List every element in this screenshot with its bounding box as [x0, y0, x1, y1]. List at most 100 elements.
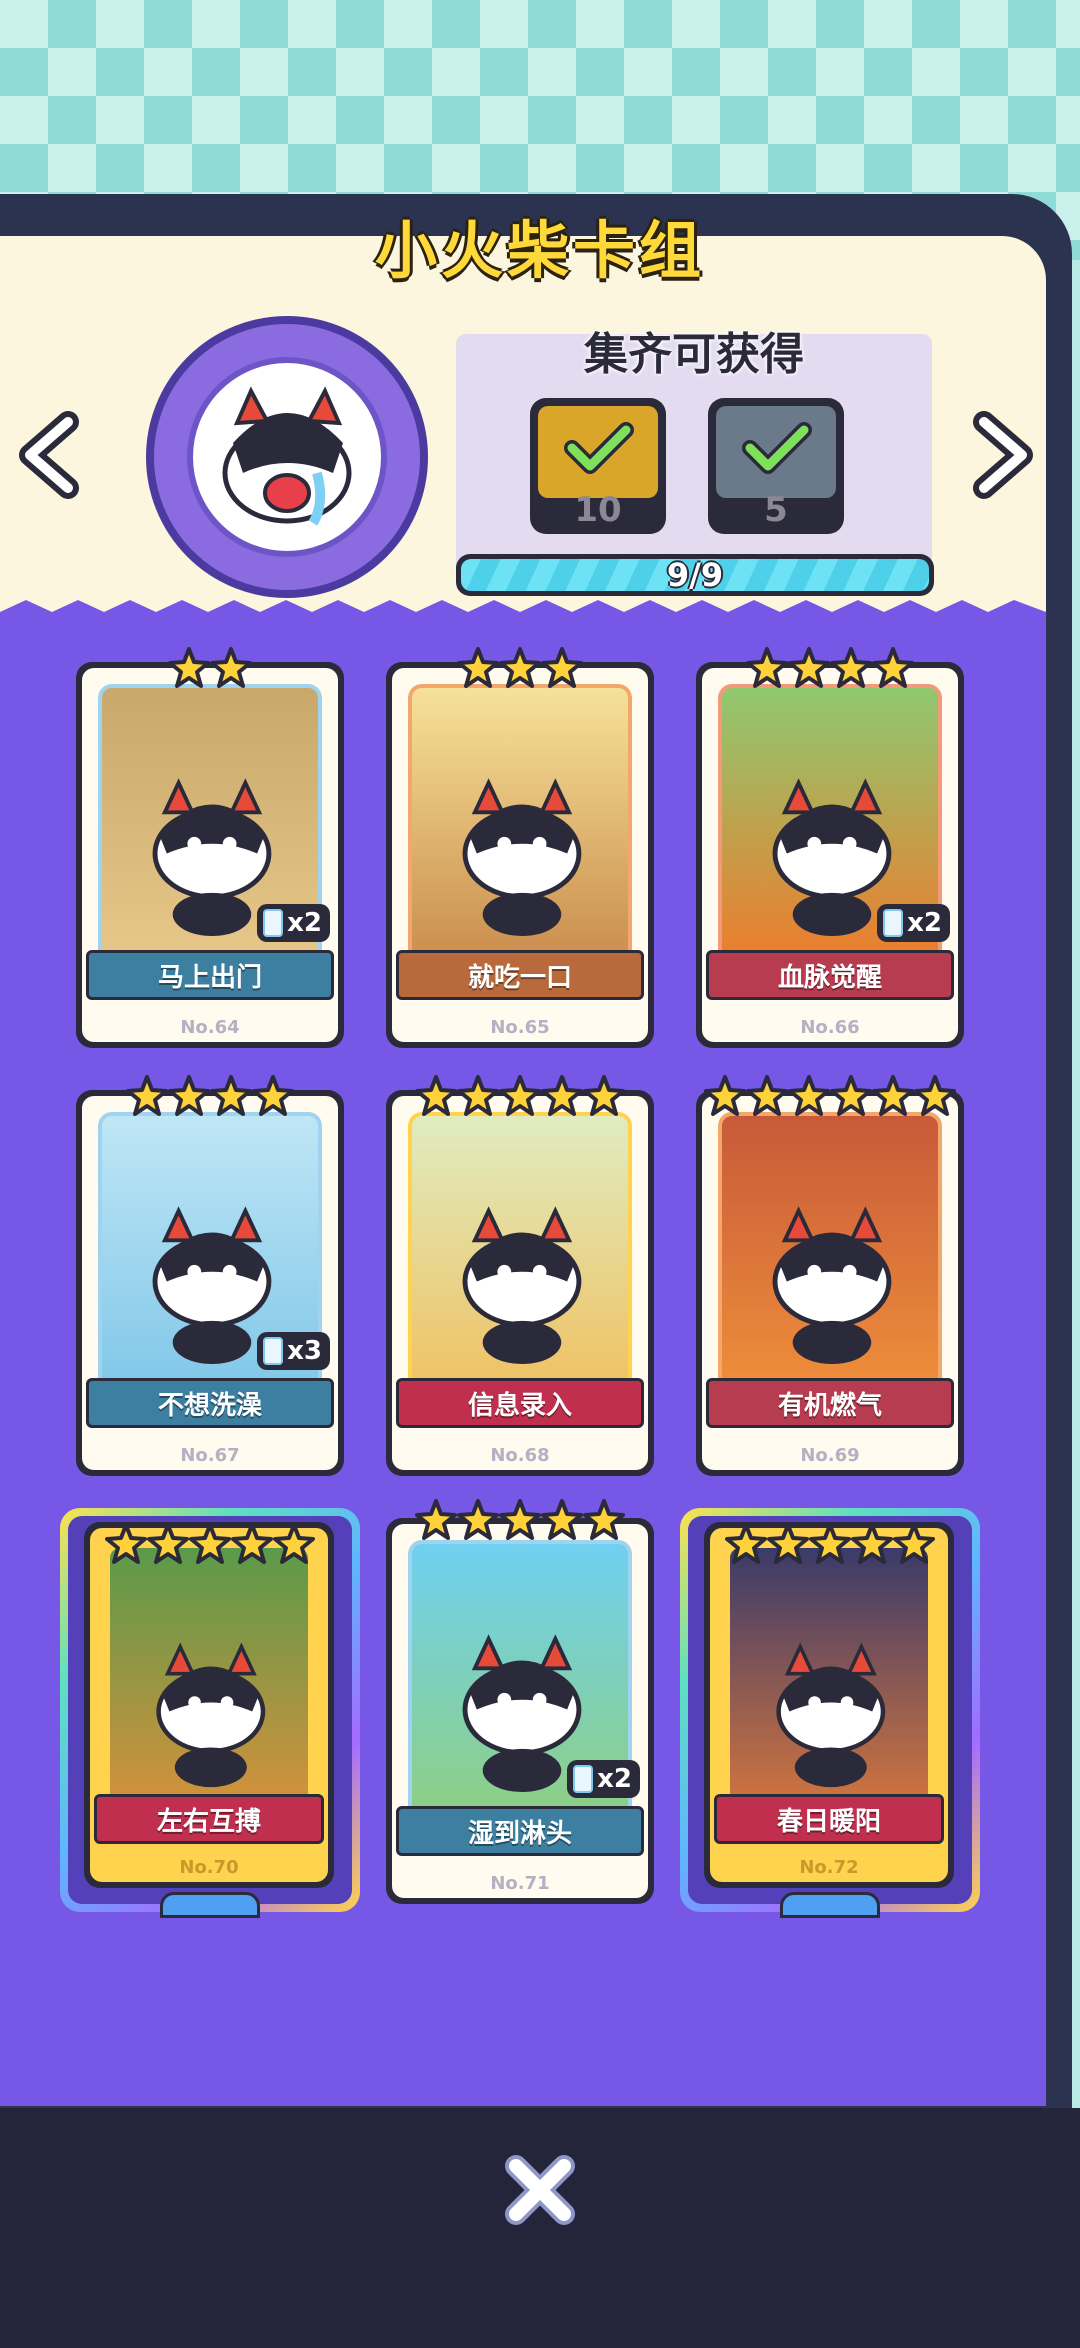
reward-item-card-frame[interactable]: 5	[708, 398, 844, 534]
star-icon	[541, 647, 583, 688]
card-artwork	[106, 1544, 312, 1834]
card-number: No.69	[800, 1445, 860, 1466]
star-icon	[830, 1075, 872, 1116]
card-copy-icon	[573, 1765, 594, 1793]
star-icon	[126, 1075, 168, 1116]
star-icon	[210, 647, 252, 688]
card-face: 就吃一口 No.65	[392, 668, 648, 1042]
card-artwork	[408, 1112, 632, 1402]
duplicate-count: x2	[597, 1764, 632, 1794]
close-icon	[505, 2155, 575, 2225]
star-icon	[415, 1075, 457, 1116]
card-name: 不想洗澡	[86, 1378, 334, 1428]
card-name: 左右互搏	[94, 1794, 324, 1844]
star-icon	[746, 1075, 788, 1116]
star-icon	[809, 1523, 851, 1564]
deck-avatar-badge	[146, 316, 428, 598]
card-name: 湿到淋头	[396, 1806, 644, 1856]
card-name: 马上出门	[86, 950, 334, 1000]
puppy-illustration-icon	[156, 1642, 266, 1788]
deck-card[interactable]: x2 湿到淋头 No.71	[386, 1518, 654, 1904]
card-artwork	[408, 684, 632, 974]
star-rating	[696, 1074, 964, 1120]
deck-card[interactable]: x2 马上出门 No.64	[76, 662, 344, 1048]
card-name: 信息录入	[396, 1378, 644, 1428]
star-icon	[830, 647, 872, 688]
star-icon	[231, 1523, 273, 1564]
puppy-illustration-icon	[462, 1206, 582, 1365]
star-icon	[168, 1075, 210, 1116]
deck-card[interactable]: x3 不想洗澡 No.67	[76, 1090, 344, 1476]
star-rating	[76, 1074, 344, 1120]
collection-progress-bar: 9/9	[456, 554, 934, 596]
card-number: No.64	[180, 1017, 240, 1038]
duplicate-count: x3	[287, 1336, 322, 1366]
star-icon	[147, 1523, 189, 1564]
card-number: No.65	[490, 1017, 550, 1038]
star-icon	[704, 1075, 746, 1116]
deck-card[interactable]: 信息录入 No.68	[386, 1090, 654, 1476]
star-icon	[583, 1075, 625, 1116]
star-icon	[788, 647, 830, 688]
star-rating	[696, 1522, 964, 1568]
duplicate-count-badge: x2	[257, 904, 330, 942]
star-icon	[499, 647, 541, 688]
star-icon	[415, 1499, 457, 1540]
check-icon	[742, 422, 812, 474]
deck-card[interactable]: 春日暖阳 No.72	[704, 1522, 954, 1888]
puppy-illustration-icon	[772, 1206, 892, 1365]
star-icon	[746, 647, 788, 688]
star-icon	[583, 1499, 625, 1540]
card-number: No.67	[180, 1445, 240, 1466]
star-icon	[788, 1075, 830, 1116]
star-icon	[851, 1523, 893, 1564]
duplicate-count-badge: x2	[877, 904, 950, 942]
deck-card[interactable]: 就吃一口 No.65	[386, 662, 654, 1048]
star-icon	[105, 1523, 147, 1564]
deck-card[interactable]: 有机燃气 No.69	[696, 1090, 964, 1476]
star-icon	[168, 647, 210, 688]
star-icon	[457, 647, 499, 688]
star-rating	[696, 646, 964, 692]
card-name: 春日暖阳	[714, 1794, 944, 1844]
star-rating	[76, 646, 344, 692]
star-icon	[499, 1499, 541, 1540]
star-icon	[872, 1075, 914, 1116]
star-rating	[386, 1074, 654, 1120]
duplicate-count: x2	[907, 908, 942, 938]
deck-card[interactable]: 左右互搏 No.70	[84, 1522, 334, 1888]
star-icon	[541, 1499, 583, 1540]
puppy-illustration-icon	[776, 1642, 886, 1788]
deck-avatar	[187, 357, 387, 557]
previous-deck-button[interactable]	[14, 410, 84, 500]
duplicate-count-badge: x3	[257, 1332, 330, 1370]
card-face: x3 不想洗澡 No.67	[82, 1096, 338, 1470]
card-face: x2 血脉觉醒 No.66	[702, 668, 958, 1042]
reward-title: 集齐可获得	[584, 329, 804, 380]
card-face: x2 湿到淋头 No.71	[392, 1524, 648, 1898]
duplicate-count: x2	[287, 908, 322, 938]
card-name: 就吃一口	[396, 950, 644, 1000]
close-button[interactable]	[498, 2148, 582, 2232]
star-icon	[457, 1075, 499, 1116]
card-copy-icon	[883, 909, 904, 937]
card-face: x2 马上出门 No.64	[82, 668, 338, 1042]
card-artwork	[718, 1112, 942, 1402]
check-icon	[564, 422, 634, 474]
duplicate-count-badge: x2	[567, 1760, 640, 1798]
card-number: No.71	[490, 1873, 550, 1894]
card-number: No.66	[800, 1017, 860, 1038]
reward-item-card-pack[interactable]: 10	[530, 398, 666, 534]
star-icon	[725, 1523, 767, 1564]
card-face: 左右互搏 No.70	[90, 1528, 328, 1882]
star-icon	[252, 1075, 294, 1116]
deck-card[interactable]: x2 血脉觉醒 No.66	[696, 662, 964, 1048]
reward-count: 5	[764, 490, 788, 530]
card-face: 信息录入 No.68	[392, 1096, 648, 1470]
card-number: No.68	[490, 1445, 550, 1466]
star-icon	[210, 1075, 252, 1116]
star-icon	[914, 1075, 956, 1116]
star-icon	[872, 647, 914, 688]
card-number: No.72	[799, 1857, 859, 1878]
next-deck-button[interactable]	[968, 410, 1038, 500]
